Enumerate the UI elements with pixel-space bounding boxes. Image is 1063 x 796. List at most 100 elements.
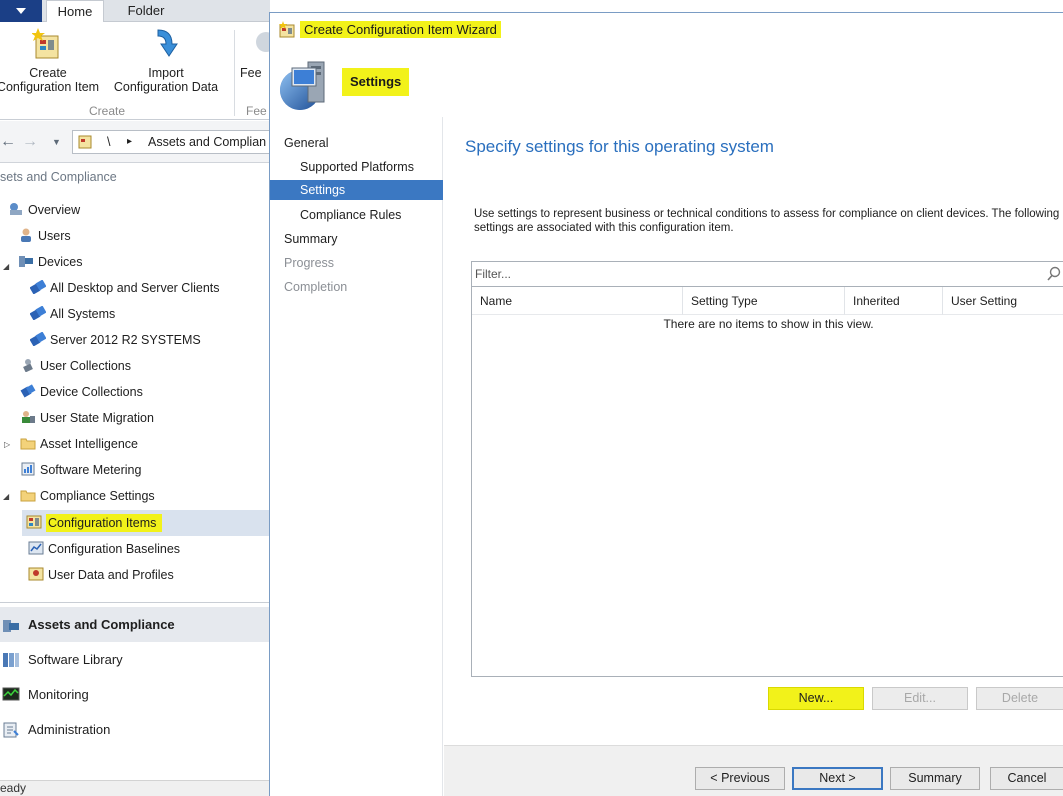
ribbon-group-label-feedback: Fee xyxy=(246,104,267,118)
tree-item-user-state-migration[interactable]: User State Migration xyxy=(20,406,154,430)
wizard-title: Create Configuration Item Wizard xyxy=(300,21,501,38)
edit-setting-button[interactable]: Edit... xyxy=(872,687,968,710)
status-bar: eady xyxy=(0,780,270,796)
tree-item-user-data-profiles[interactable]: User Data and Profiles xyxy=(28,563,174,587)
tab-home[interactable]: Home xyxy=(46,0,104,23)
tree-item-overview[interactable]: Overview xyxy=(8,198,80,222)
wizard-steps: General Supported Platforms Settings Com… xyxy=(270,117,443,796)
content-description: Use settings to represent business or te… xyxy=(474,208,1060,234)
ribbon-group-separator xyxy=(234,30,235,116)
computer-icon xyxy=(280,61,325,110)
folder-icon xyxy=(20,490,36,502)
tree-item-compliance-settings[interactable]: Compliance Settings xyxy=(20,484,155,508)
workspace-software-library[interactable]: Software Library xyxy=(0,642,270,677)
configuration-item-icon xyxy=(26,515,42,529)
column-header-setting-type[interactable]: Setting Type xyxy=(683,287,845,315)
create-configuration-item-button[interactable]: Create Configuration Item xyxy=(0,26,102,94)
tree-item-configuration-baselines[interactable]: Configuration Baselines xyxy=(28,537,180,561)
tree-item-users[interactable]: Users xyxy=(18,224,71,248)
filter-input[interactable] xyxy=(475,265,1035,283)
step-summary[interactable]: Summary xyxy=(284,229,337,249)
wizard-footer: < Previous Next > Summary Cancel xyxy=(444,745,1063,796)
create-configuration-item-icon xyxy=(32,28,59,59)
software-library-icon xyxy=(3,653,19,667)
column-header-user-setting[interactable]: User Setting xyxy=(943,287,1063,315)
tree-item-devices[interactable]: Devices xyxy=(18,250,82,274)
ribbon-group-label-create: Create xyxy=(89,104,126,118)
wizard-title-bar: Create Configuration Item Wizard xyxy=(270,13,1063,46)
create-configuration-item-wizard: Create Configuration Item Wizard Setting… xyxy=(269,12,1063,796)
next-button[interactable]: Next > xyxy=(792,767,883,790)
user-state-migration-icon xyxy=(22,411,35,423)
back-arrow-icon[interactable]: ← xyxy=(0,133,16,151)
empty-list-message: There are no items to show in this view. xyxy=(663,317,874,331)
address-path[interactable]: \ ▸ Assets and Complian xyxy=(72,130,270,154)
step-general[interactable]: General xyxy=(284,133,328,153)
tree-item-device-collections[interactable]: Device Collections xyxy=(20,380,143,404)
tree-item-asset-intelligence[interactable]: Asset Intelligence xyxy=(20,432,138,456)
workspace-switcher: Assets and Compliance Software Library M… xyxy=(0,602,270,762)
step-supported-platforms[interactable]: Supported Platforms xyxy=(300,157,414,177)
console-root-icon xyxy=(78,135,92,149)
path-chevron-icon: ▸ xyxy=(127,136,133,147)
summary-button[interactable]: Summary xyxy=(890,767,980,790)
cancel-button[interactable]: Cancel xyxy=(990,767,1063,790)
workspace-monitoring[interactable]: Monitoring xyxy=(0,677,270,712)
tree-item-all-systems[interactable]: All Systems xyxy=(30,302,115,326)
workspace-header: sets and Compliance xyxy=(0,170,117,184)
ribbon-tab-strip: Home Folder xyxy=(0,0,270,23)
import-label-line2: Configuration Data xyxy=(113,80,219,94)
device-collections-icon xyxy=(20,384,36,398)
wizard-page-title: Settings xyxy=(342,68,410,96)
import-arrow-icon xyxy=(157,29,178,57)
import-configuration-data-button[interactable]: Import Configuration Data xyxy=(110,26,222,94)
workspace-administration[interactable]: Administration xyxy=(0,712,270,747)
step-completion: Completion xyxy=(284,280,348,294)
delete-setting-button[interactable]: Delete xyxy=(976,687,1063,710)
tree-item-software-metering[interactable]: Software Metering xyxy=(20,458,141,482)
tab-folder[interactable]: Folder xyxy=(110,0,182,22)
tree-item-server-2012-r2-systems[interactable]: Server 2012 R2 SYSTEMS xyxy=(30,328,201,352)
users-icon xyxy=(21,228,31,242)
app-menu-button[interactable] xyxy=(0,0,42,22)
wizard-content: Specify settings for this operating syst… xyxy=(444,117,1063,745)
folder-icon xyxy=(20,438,36,450)
path-segment[interactable]: Assets and Complian xyxy=(148,131,266,153)
user-collections-icon xyxy=(23,359,33,372)
workspace-assets-compliance[interactable]: Assets and Compliance xyxy=(0,607,270,642)
forward-arrow-icon[interactable]: → xyxy=(22,133,38,151)
user-data-profiles-icon xyxy=(28,567,44,581)
column-header-inherited[interactable]: Inherited xyxy=(845,287,943,315)
navigation-tree: ◢ ▷ ◢ Overview Users Devices All Desktop… xyxy=(0,198,270,598)
wizard-title-icon xyxy=(279,21,295,38)
tree-item-user-collections[interactable]: User Collections xyxy=(20,354,131,378)
settings-list[interactable]: Name Setting Type Inherited User Setting… xyxy=(471,287,1063,677)
software-metering-icon xyxy=(21,462,35,476)
compliance-settings-collapse-icon[interactable]: ◢ xyxy=(3,492,9,501)
collection-icon xyxy=(30,306,46,320)
devices-collapse-icon[interactable]: ◢ xyxy=(3,262,9,271)
monitoring-icon xyxy=(2,687,20,701)
previous-button[interactable]: < Previous xyxy=(695,767,785,790)
tree-item-all-desktop-server-clients[interactable]: All Desktop and Server Clients xyxy=(30,276,220,300)
overview-icon xyxy=(10,203,22,215)
feedback-label: Fee xyxy=(240,66,262,80)
step-settings[interactable]: Settings xyxy=(270,180,443,200)
content-heading: Specify settings for this operating syst… xyxy=(465,137,774,156)
wizard-banner: Settings xyxy=(270,46,1063,116)
new-setting-button[interactable]: New... xyxy=(768,687,864,710)
search-icon[interactable] xyxy=(1046,266,1062,282)
baseline-icon xyxy=(28,541,44,555)
import-label-line1: Import xyxy=(148,66,184,80)
history-dropdown-icon[interactable]: ▼ xyxy=(52,137,61,147)
collection-icon xyxy=(30,280,46,294)
tree-item-configuration-items[interactable]: Configuration Items xyxy=(26,511,163,535)
asset-intelligence-expand-icon[interactable]: ▷ xyxy=(4,440,10,449)
column-header-name[interactable]: Name xyxy=(472,287,683,315)
step-progress: Progress xyxy=(284,256,335,270)
filter-box xyxy=(471,261,1063,287)
step-compliance-rules[interactable]: Compliance Rules xyxy=(300,205,401,225)
devices-icon xyxy=(19,256,33,267)
create-label-line1: Create xyxy=(29,66,67,80)
administration-icon xyxy=(3,722,19,738)
